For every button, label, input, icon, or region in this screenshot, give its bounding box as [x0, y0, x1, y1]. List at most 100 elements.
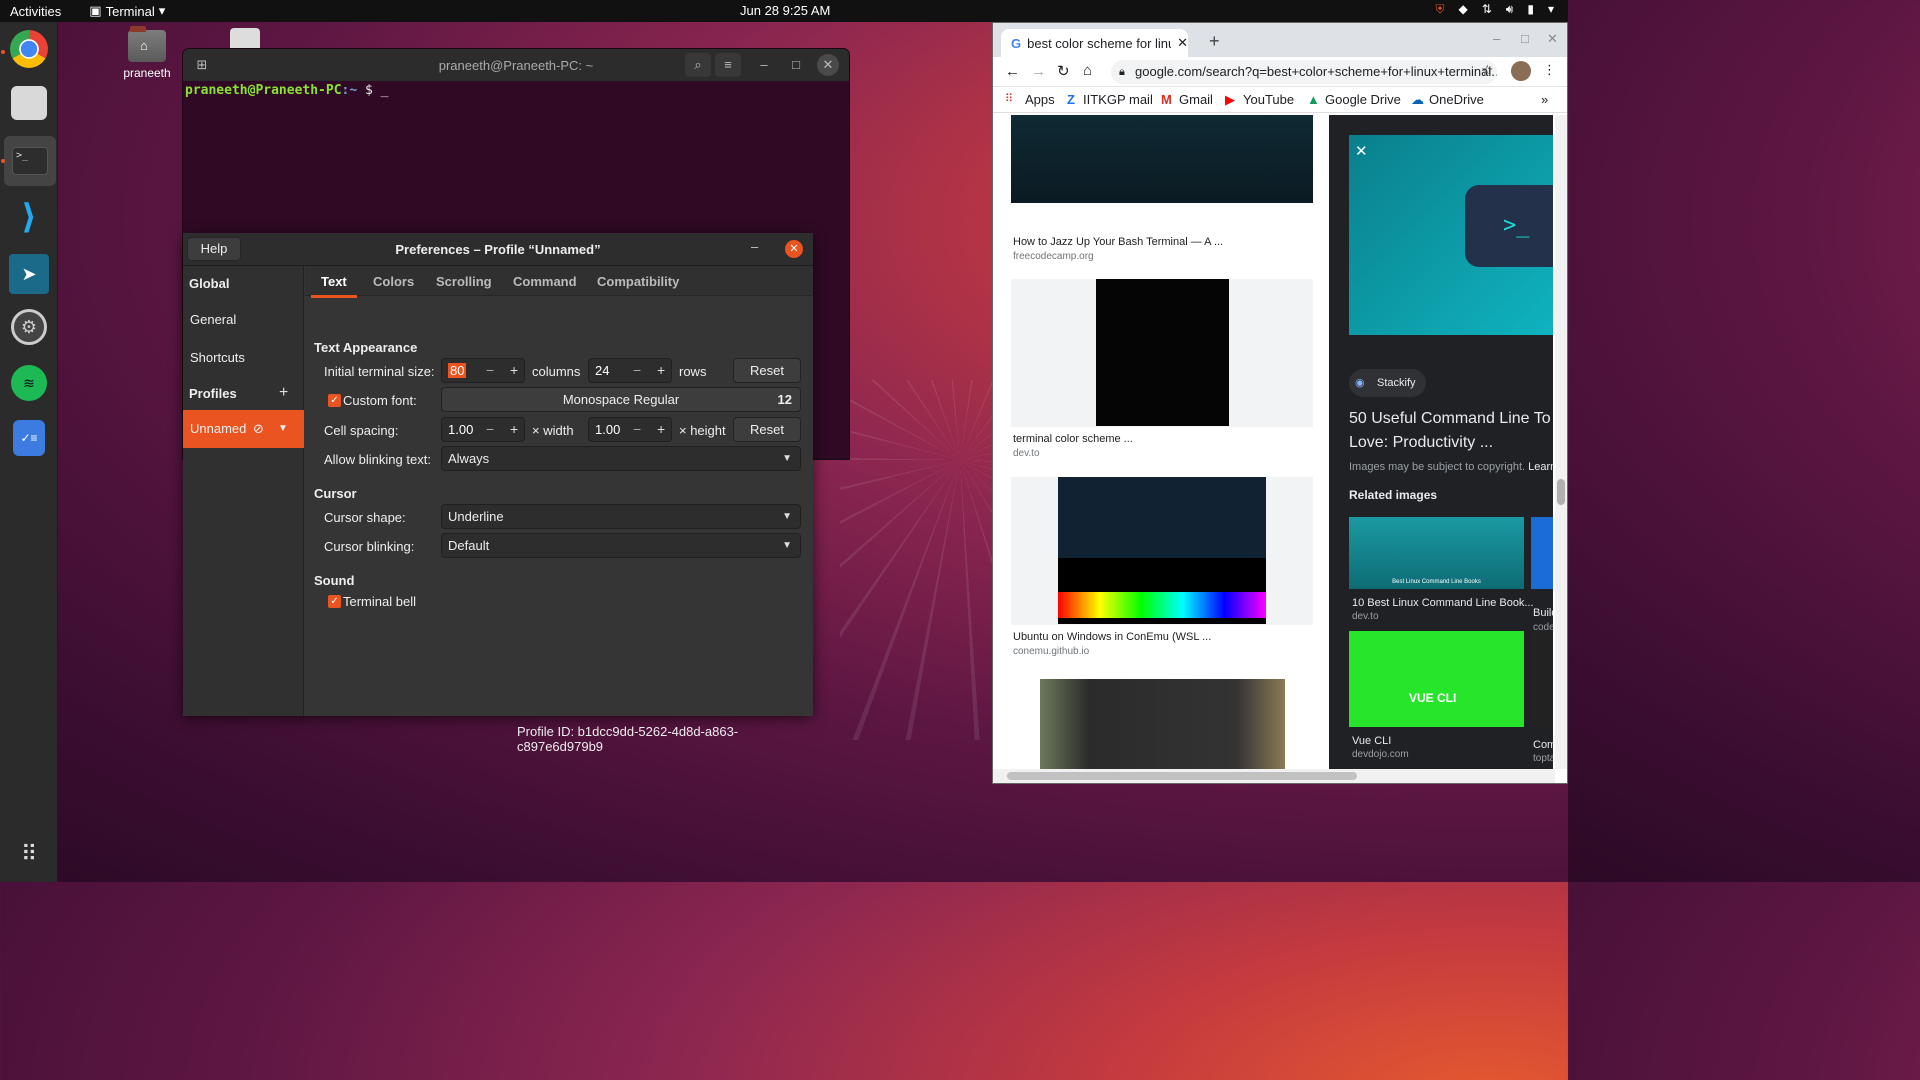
close-icon[interactable]: ✕ [1547, 31, 1558, 47]
reload-icon[interactable]: ↻ [1057, 62, 1070, 80]
address-bar[interactable]: 🔒︎ google.com/search?q=best+color+scheme+… [1111, 60, 1497, 84]
trash-desktop-icon[interactable] [230, 28, 260, 48]
custom-font-checkbox[interactable]: ✓ [328, 394, 341, 407]
site-chip[interactable]: ◉ Stackify [1349, 369, 1426, 397]
chrome-window[interactable]: G best color scheme for linu ✕ + – □ ✕ ←… [992, 22, 1568, 784]
close-tab-icon[interactable]: ✕ [1177, 35, 1188, 51]
preferences-dialog[interactable]: Help Preferences – Profile “Unnamed” – ✕… [183, 233, 813, 754]
sidebar-item-general[interactable]: General [183, 312, 304, 327]
related-caption-2[interactable]: Build [1533, 607, 1553, 619]
vertical-scrollbar[interactable] [1555, 115, 1567, 769]
tab-text[interactable]: Text [311, 274, 357, 298]
decrement-icon[interactable]: − [486, 362, 494, 378]
profile-menu-icon[interactable]: ▼ [278, 410, 288, 448]
preview-title[interactable]: 50 Useful Command Line To Love: Producti… [1349, 407, 1553, 455]
close-icon[interactable]: ✕ [817, 54, 839, 76]
related-image-1[interactable]: Best Linux Command Line Books [1349, 517, 1524, 589]
bookmark-google-drive[interactable]: Google Drive [1325, 92, 1401, 107]
preview-image[interactable]: >_ [1349, 135, 1553, 335]
related-image-2[interactable] [1531, 517, 1553, 589]
power-menu-icon[interactable]: ▾ [1548, 2, 1554, 17]
tab-compatibility[interactable]: Compatibility [597, 274, 679, 289]
horizontal-scrollbar[interactable] [993, 769, 1555, 783]
result-caption-3[interactable]: Ubuntu on Windows in ConEmu (WSL ... [1013, 631, 1211, 643]
result-image-2[interactable] [1096, 279, 1229, 426]
scroll-thumb[interactable] [1007, 772, 1357, 780]
height-spinner[interactable]: 1.00 − + [588, 417, 672, 442]
home-folder-desktop-icon[interactable]: ⌂ praneeth [117, 26, 177, 80]
bookmark-gmail[interactable]: Gmail [1179, 92, 1213, 107]
learn-more-link[interactable]: Learn [1528, 461, 1553, 473]
spotify-icon[interactable]: ≋ [11, 365, 47, 401]
rows-spinner[interactable]: 24 − + [588, 358, 672, 383]
decrement-icon[interactable]: − [633, 362, 641, 378]
sidebar-item-unnamed[interactable]: Unnamed ⊘ ▼ [183, 410, 304, 448]
close-preview-icon[interactable]: ✕ [1355, 142, 1368, 160]
terminal-prompt[interactable]: praneeth@Praneeth-PC:~ $ _ [183, 81, 849, 100]
maximize-icon[interactable]: □ [1521, 31, 1529, 46]
add-profile-icon[interactable]: + [279, 384, 288, 402]
related-image-4[interactable] [1531, 631, 1553, 727]
home-icon[interactable]: ⌂ [1083, 62, 1092, 79]
reset-size-button[interactable]: Reset [733, 358, 801, 383]
minimize-icon[interactable]: – [751, 239, 758, 254]
decrement-icon[interactable]: − [486, 421, 494, 437]
minimize-icon[interactable]: – [751, 53, 777, 77]
minimize-icon[interactable]: – [1493, 31, 1500, 46]
width-spinner[interactable]: 1.00 − + [441, 417, 525, 442]
profile-avatar[interactable] [1511, 61, 1531, 81]
width-value[interactable]: 1.00 [448, 422, 473, 437]
activities-button[interactable]: Activities [10, 4, 61, 19]
increment-icon[interactable]: + [510, 421, 518, 437]
chrome-icon[interactable] [10, 30, 48, 68]
tab-colors[interactable]: Colors [373, 274, 414, 289]
search-icon[interactable]: ⌕ [685, 53, 711, 77]
result-image-1[interactable] [1011, 115, 1313, 203]
maximize-icon[interactable]: □ [783, 53, 809, 77]
new-tab-icon[interactable]: + [1209, 31, 1220, 52]
related-caption-1[interactable]: 10 Best Linux Command Line Book... [1352, 597, 1534, 609]
back-icon[interactable]: ← [1005, 63, 1020, 80]
forward-icon[interactable]: → [1031, 63, 1046, 80]
bookmark-apps[interactable]: Apps [1025, 92, 1055, 107]
settings-icon[interactable]: ⚙ [11, 309, 47, 345]
result-image-3[interactable] [1058, 477, 1266, 624]
app-menu[interactable]: ▣ Terminal ▾ [89, 3, 165, 19]
todo-icon[interactable]: ✓≡ [13, 420, 45, 456]
clock[interactable]: Jun 28 9:25 AM [740, 3, 830, 18]
rows-value[interactable]: 24 [595, 363, 609, 378]
bookmark-star-icon[interactable]: ☆ [1481, 62, 1494, 79]
bookmark-iitkgp-mail[interactable]: IITKGP mail [1083, 92, 1153, 107]
bookmark-onedrive[interactable]: OneDrive [1429, 92, 1484, 107]
result-image-4[interactable] [1040, 679, 1285, 769]
decrement-icon[interactable]: − [633, 421, 641, 437]
height-value[interactable]: 1.00 [595, 422, 620, 437]
sidebar-item-shortcuts[interactable]: Shortcuts [183, 350, 304, 365]
related-caption-3[interactable]: Vue CLI [1352, 735, 1391, 747]
scroll-thumb[interactable] [1557, 479, 1565, 505]
appstore-icon[interactable]: ➤ [9, 254, 49, 294]
browser-tab[interactable]: G best color scheme for linu ✕ [1001, 29, 1188, 57]
columns-value[interactable]: 80 [448, 363, 467, 378]
cursor-shape-dropdown[interactable]: Underline ▼ [441, 504, 801, 529]
blink-text-dropdown[interactable]: Always ▼ [441, 446, 801, 471]
terminal-icon[interactable]: >_ [4, 136, 56, 186]
terminal-headerbar[interactable]: ⊞ praneeth@Praneeth-PC: ~ ⌕ ≡ – □ ✕ [183, 49, 849, 81]
related-image-3[interactable]: VUE CLI [1349, 631, 1524, 727]
result-caption-1[interactable]: How to Jazz Up Your Bash Terminal — A ..… [1013, 236, 1223, 248]
cursor-blink-dropdown[interactable]: Default ▼ [441, 533, 801, 558]
files-icon[interactable] [11, 86, 47, 120]
result-caption-2[interactable]: terminal color scheme ... [1013, 433, 1133, 445]
tab-command[interactable]: Command [513, 274, 577, 289]
menu-icon[interactable]: ≡ [715, 53, 741, 77]
system-tray[interactable]: ⛨ ◆ ⇅ 🔊︎ ▮ ▾ [1435, 2, 1554, 17]
increment-icon[interactable]: + [510, 362, 518, 378]
chrome-menu-icon[interactable]: ⋮ [1543, 62, 1556, 78]
bookmark-youtube[interactable]: YouTube [1243, 92, 1294, 107]
close-icon[interactable]: ✕ [785, 240, 803, 258]
columns-spinner[interactable]: 80 − + [441, 358, 525, 383]
font-chooser-button[interactable]: Monospace Regular 12 [441, 387, 801, 412]
show-apps-icon[interactable]: ⠿ [9, 834, 49, 874]
more-bookmarks-icon[interactable]: » [1541, 92, 1548, 107]
related-caption-4[interactable]: Com [1533, 739, 1553, 751]
